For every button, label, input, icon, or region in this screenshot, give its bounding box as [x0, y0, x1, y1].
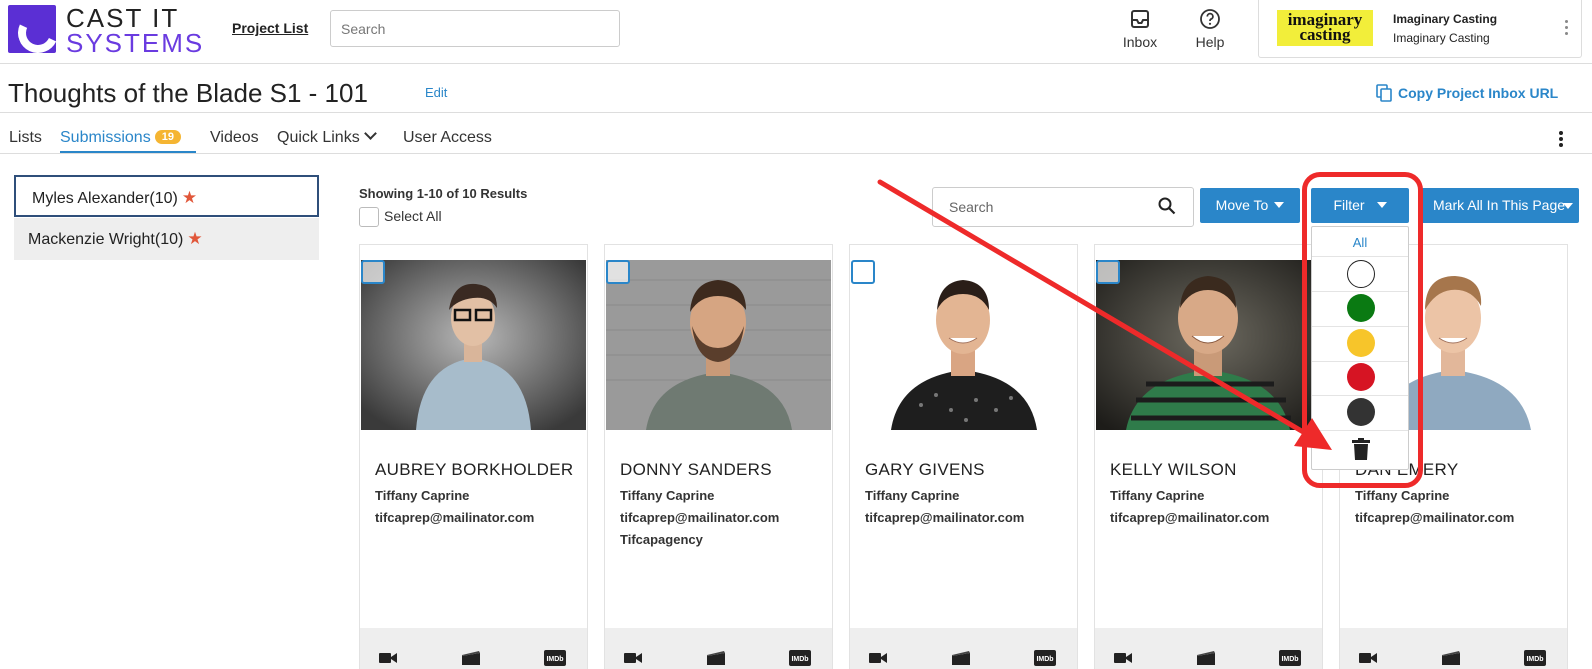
help-button[interactable]: Help — [1182, 8, 1238, 50]
card-agent-name: Tiffany Caprine — [865, 488, 960, 503]
imdb-icon[interactable]: IMDb — [789, 650, 811, 666]
svg-text:IMDb: IMDb — [1281, 656, 1298, 663]
card-actor-name: KELLY WILSON — [1110, 460, 1237, 479]
submission-card[interactable]: GARY GIVENS Tiffany Caprine tifcaprep@ma… — [849, 244, 1078, 669]
caret-down-icon — [1274, 202, 1285, 208]
sidebar-person-item[interactable]: Myles Alexander(10) ★ — [14, 175, 319, 217]
card-footer: IMDb — [1340, 628, 1567, 669]
submission-card[interactable]: DONNY SANDERS Tiffany Caprine tifcaprep@… — [604, 244, 833, 669]
headshot-image — [361, 260, 586, 430]
card-checkbox[interactable] — [1096, 260, 1120, 284]
card-footer: IMDb — [360, 628, 587, 669]
mark-all-in-page-button[interactable]: Mark All In This Page — [1421, 188, 1579, 223]
clapperboard-icon[interactable] — [1196, 650, 1216, 666]
card-agent-email: tifcaprep@mailinator.com — [1110, 510, 1270, 525]
card-actor-name: AUBREY BORKHOLDER — [375, 460, 574, 479]
card-footer: IMDb — [605, 628, 832, 669]
tab-lists[interactable]: Lists — [9, 129, 42, 147]
card-checkbox[interactable] — [606, 260, 630, 284]
svg-text:IMDb: IMDb — [1526, 656, 1543, 663]
global-search-input[interactable] — [330, 10, 620, 47]
card-agent-name: Tiffany Caprine — [375, 488, 470, 503]
chevron-down-icon — [363, 127, 377, 140]
card-footer: IMDb — [1095, 628, 1322, 669]
svg-text:IMDb: IMDb — [791, 656, 808, 663]
card-agent-email: tifcaprep@mailinator.com — [375, 510, 535, 525]
search-icon[interactable] — [1158, 197, 1176, 215]
copy-icon — [1376, 84, 1392, 102]
tab-user-access[interactable]: User Access — [403, 129, 492, 147]
submission-card[interactable]: AUBREY BORKHOLDER Tiffany Caprine tifcap… — [359, 244, 588, 669]
card-agent-name: Tiffany Caprine — [620, 488, 715, 503]
project-list-link[interactable]: Project List — [232, 20, 308, 36]
imdb-icon[interactable]: IMDb — [544, 650, 566, 666]
logo-mark-icon — [8, 5, 56, 53]
card-agency-name: Tifcapagency — [620, 532, 703, 547]
sidebar-person-item[interactable]: Mackenzie Wright(10) ★ — [14, 218, 319, 260]
clapperboard-icon[interactable] — [951, 650, 971, 666]
svg-text:IMDb: IMDb — [546, 656, 563, 663]
star-icon: ★ — [187, 229, 203, 248]
inbox-label: Inbox — [1122, 34, 1158, 50]
video-camera-icon[interactable] — [868, 650, 888, 666]
edit-title-link[interactable]: Edit — [425, 85, 447, 100]
video-camera-icon[interactable] — [623, 650, 643, 666]
clapperboard-icon[interactable] — [461, 650, 481, 666]
results-count: Showing 1-10 of 10 Results — [359, 186, 528, 201]
inbox-button[interactable]: Inbox — [1112, 8, 1168, 50]
card-actor-name: DONNY SANDERS — [620, 460, 772, 479]
card-agent-email: tifcaprep@mailinator.com — [620, 510, 780, 525]
headshot-image — [851, 260, 1076, 430]
clapperboard-icon[interactable] — [706, 650, 726, 666]
divider — [0, 153, 1592, 154]
inbox-icon — [1131, 10, 1149, 28]
select-all-label: Select All — [384, 208, 442, 224]
headshot-image — [1096, 260, 1321, 430]
video-camera-icon[interactable] — [1358, 650, 1378, 666]
tab-quick-links[interactable]: Quick Links — [277, 127, 377, 147]
help-icon — [1200, 9, 1220, 29]
caret-down-icon — [1563, 203, 1573, 209]
select-all-checkbox[interactable] — [359, 207, 379, 227]
card-footer: IMDb — [850, 628, 1077, 669]
imaginary-casting-logo: imaginary casting — [1277, 10, 1373, 46]
card-actor-name: GARY GIVENS — [865, 460, 985, 479]
account-subtitle: Imaginary Casting — [1393, 31, 1490, 45]
imdb-icon[interactable]: IMDb — [1034, 650, 1056, 666]
tab-submissions[interactable]: Submissions 19 — [60, 129, 181, 147]
copy-project-inbox-url-button[interactable]: Copy Project Inbox URL — [1376, 84, 1558, 102]
card-agent-name: Tiffany Caprine — [1110, 488, 1205, 503]
star-icon: ★ — [181, 188, 198, 207]
card-checkbox[interactable] — [361, 260, 385, 284]
video-camera-icon[interactable] — [378, 650, 398, 666]
video-camera-icon[interactable] — [1113, 650, 1133, 666]
page-title: Thoughts of the Blade S1 - 101 — [8, 78, 368, 108]
account-menu[interactable]: imaginary casting Imaginary Casting Imag… — [1258, 0, 1582, 58]
move-to-button[interactable]: Move To — [1200, 188, 1300, 223]
annotation-highlight-box — [1302, 172, 1423, 488]
account-name: Imaginary Casting — [1393, 12, 1498, 26]
clapperboard-icon[interactable] — [1441, 650, 1461, 666]
headshot-image — [606, 260, 831, 430]
account-kebab-icon[interactable] — [1565, 20, 1569, 38]
card-agent-email: tifcaprep@mailinator.com — [865, 510, 1025, 525]
help-label: Help — [1195, 34, 1225, 50]
card-agent-name: Tiffany Caprine — [1355, 488, 1450, 503]
submissions-count-badge: 19 — [154, 130, 181, 144]
imdb-icon[interactable]: IMDb — [1524, 650, 1546, 666]
tab-videos[interactable]: Videos — [210, 129, 259, 147]
results-search-input[interactable] — [932, 187, 1194, 227]
card-checkbox[interactable] — [851, 260, 875, 284]
cast-it-logo[interactable]: CAST IT SYSTEMS — [8, 5, 208, 58]
logo-text-line2: SYSTEMS — [66, 28, 205, 58]
imdb-icon[interactable]: IMDb — [1279, 650, 1301, 666]
top-bar: CAST IT SYSTEMS Project List Inbox Help … — [0, 0, 1592, 64]
svg-text:IMDb: IMDb — [1036, 656, 1053, 663]
page-options-kebab-icon[interactable] — [1559, 131, 1563, 149]
card-agent-email: tifcaprep@mailinator.com — [1355, 510, 1515, 525]
divider — [0, 112, 1592, 113]
submission-card[interactable]: KELLY WILSON Tiffany Caprine tifcaprep@m… — [1094, 244, 1323, 669]
